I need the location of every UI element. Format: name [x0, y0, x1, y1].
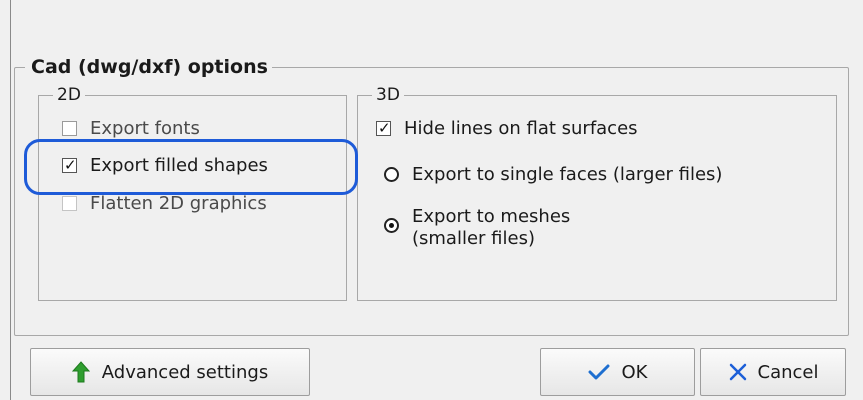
hide-lines-checkbox[interactable]: ✓ Hide lines on flat surfaces — [376, 118, 638, 139]
radio-circle — [384, 167, 399, 182]
checkbox-box — [62, 196, 77, 211]
flatten-2d-graphics-label: Flatten 2D graphics — [90, 193, 267, 214]
ok-button[interactable]: OK — [540, 348, 695, 396]
hide-lines-label: Hide lines on flat surfaces — [404, 118, 638, 139]
checkmark-icon: ✓ — [378, 119, 391, 137]
export-meshes-line2: (smaller files) — [412, 228, 535, 249]
radio-circle — [384, 218, 399, 233]
group-2d-label: 2D — [57, 85, 81, 105]
checkmark-icon — [588, 363, 610, 381]
x-icon — [728, 362, 748, 382]
highlight-annotation — [24, 139, 358, 195]
advanced-settings-label: Advanced settings — [101, 361, 269, 383]
checkbox-box — [62, 121, 77, 136]
cad-options-title: Cad (dwg/dxf) options — [31, 56, 268, 78]
radio-dot — [389, 223, 394, 228]
ok-label: OK — [621, 361, 648, 383]
export-fonts-label: Export fonts — [90, 118, 200, 139]
cancel-button[interactable]: Cancel — [700, 348, 846, 396]
cancel-label: Cancel — [757, 361, 819, 383]
export-meshes-label: Export to meshes (smaller files) — [412, 206, 570, 250]
checkbox-box: ✓ — [376, 119, 391, 137]
group-3d-label: 3D — [376, 85, 400, 105]
export-meshes-line1: Export to meshes — [412, 206, 571, 227]
export-single-faces-label: Export to single faces (larger files) — [412, 164, 723, 185]
export-meshes-radio[interactable]: Export to meshes (smaller files) — [384, 206, 570, 250]
export-fonts-checkbox[interactable]: Export fonts — [62, 118, 200, 139]
advanced-settings-button[interactable]: Advanced settings — [30, 348, 310, 396]
green-up-arrow-icon — [71, 361, 90, 383]
flatten-2d-graphics-checkbox[interactable]: Flatten 2D graphics — [62, 193, 267, 214]
window-edge — [10, 0, 11, 400]
export-single-faces-radio[interactable]: Export to single faces (larger files) — [384, 164, 722, 185]
